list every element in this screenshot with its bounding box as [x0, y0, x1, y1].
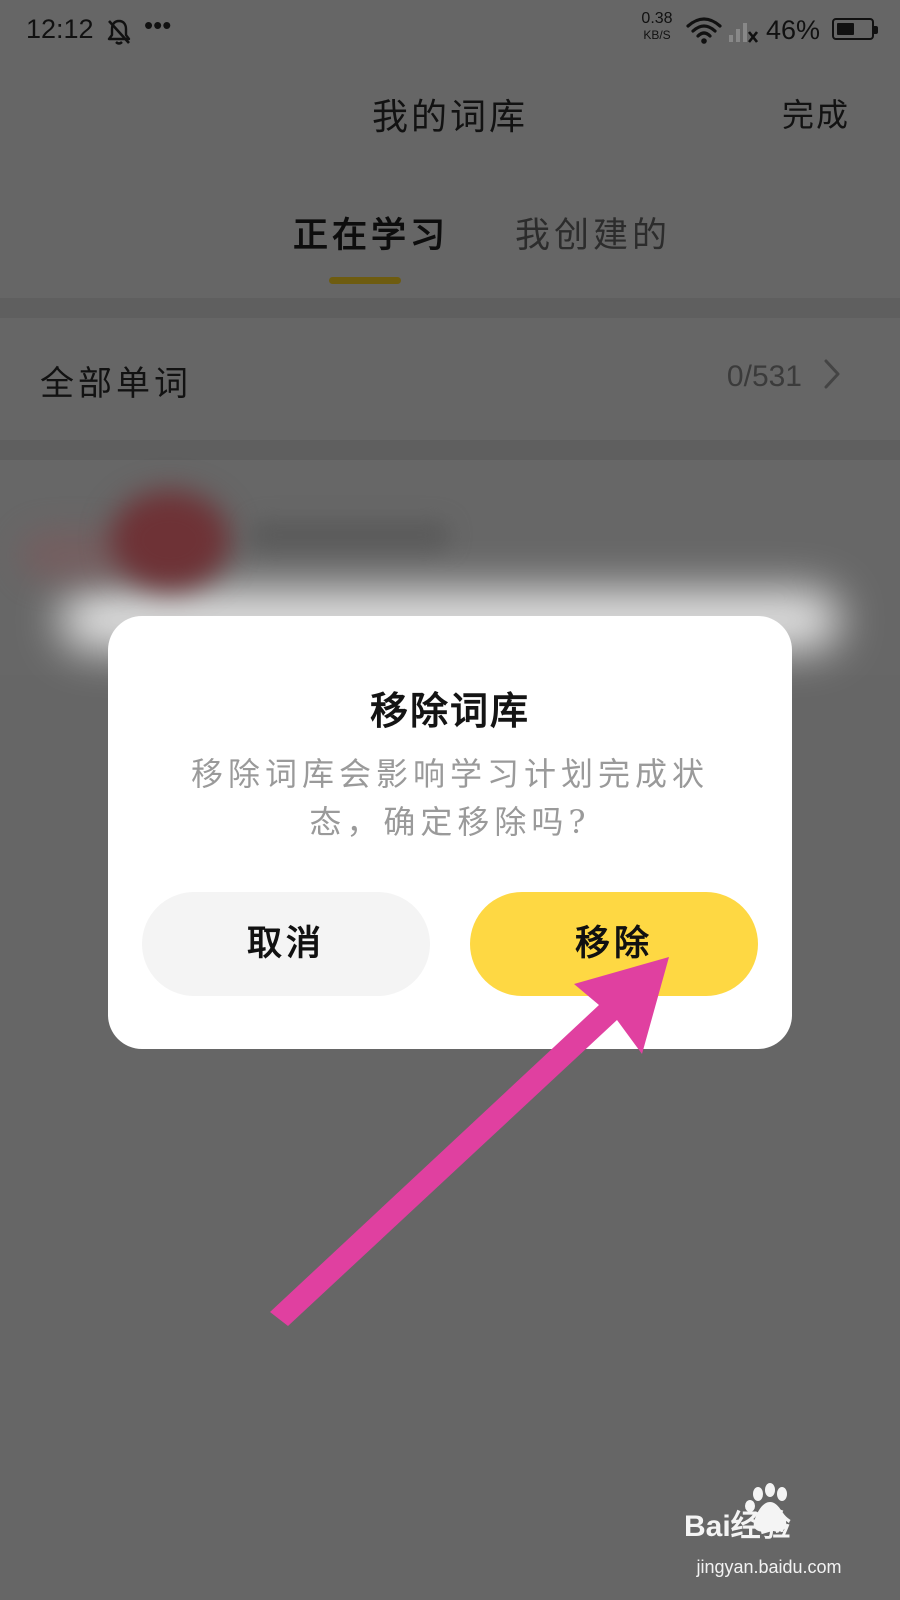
tab-learning[interactable]: 正在学习: [293, 207, 449, 258]
baidu-jingyan-watermark: Bai经验 jingyan.baidu.com: [684, 1478, 854, 1578]
status-bar: 12:12 ••• 0.38 KB/S 46%: [0, 0, 900, 64]
signal-off-icon: [728, 16, 759, 48]
remove-library-dialog: 移除词库 移除词库会影响学习计划完成状态，确定移除吗? 取消 移除: [108, 616, 792, 1049]
page-title: 我的词库: [371, 97, 528, 138]
all-words-count: 0/531: [726, 360, 802, 393]
chevron-right-icon: [822, 358, 842, 394]
section-divider: [0, 298, 900, 318]
all-words-label: 全部单词: [40, 364, 192, 404]
status-time: 12:12: [26, 14, 94, 44]
section-divider: [0, 440, 900, 460]
dialog-message: 移除词库会影响学习计划完成状态，确定移除吗?: [190, 755, 709, 841]
baidu-logo-icon: Bai经验: [684, 1483, 791, 1543]
cancel-button[interactable]: 取消: [142, 892, 430, 996]
svg-text:Bai经验: Bai经验: [684, 1509, 791, 1543]
tab-created[interactable]: 我创建的: [515, 207, 671, 258]
tab-active-indicator: [329, 277, 401, 284]
done-button[interactable]: 完成: [782, 90, 850, 136]
battery-percent: 46%: [766, 15, 821, 45]
battery-icon: [832, 18, 878, 40]
watermark-url: jingyan.baidu.com: [696, 1557, 842, 1577]
all-words-row[interactable]: 全部单词 0/531: [0, 318, 900, 440]
network-speed: 0.38 KB/S: [641, 10, 673, 43]
more-indicator: •••: [144, 10, 172, 40]
avatar: [110, 490, 230, 590]
dialog-title: 移除词库: [369, 688, 530, 733]
remove-button[interactable]: 移除: [470, 892, 758, 996]
wifi-icon: [686, 16, 722, 48]
bell-off-icon: [106, 18, 132, 50]
